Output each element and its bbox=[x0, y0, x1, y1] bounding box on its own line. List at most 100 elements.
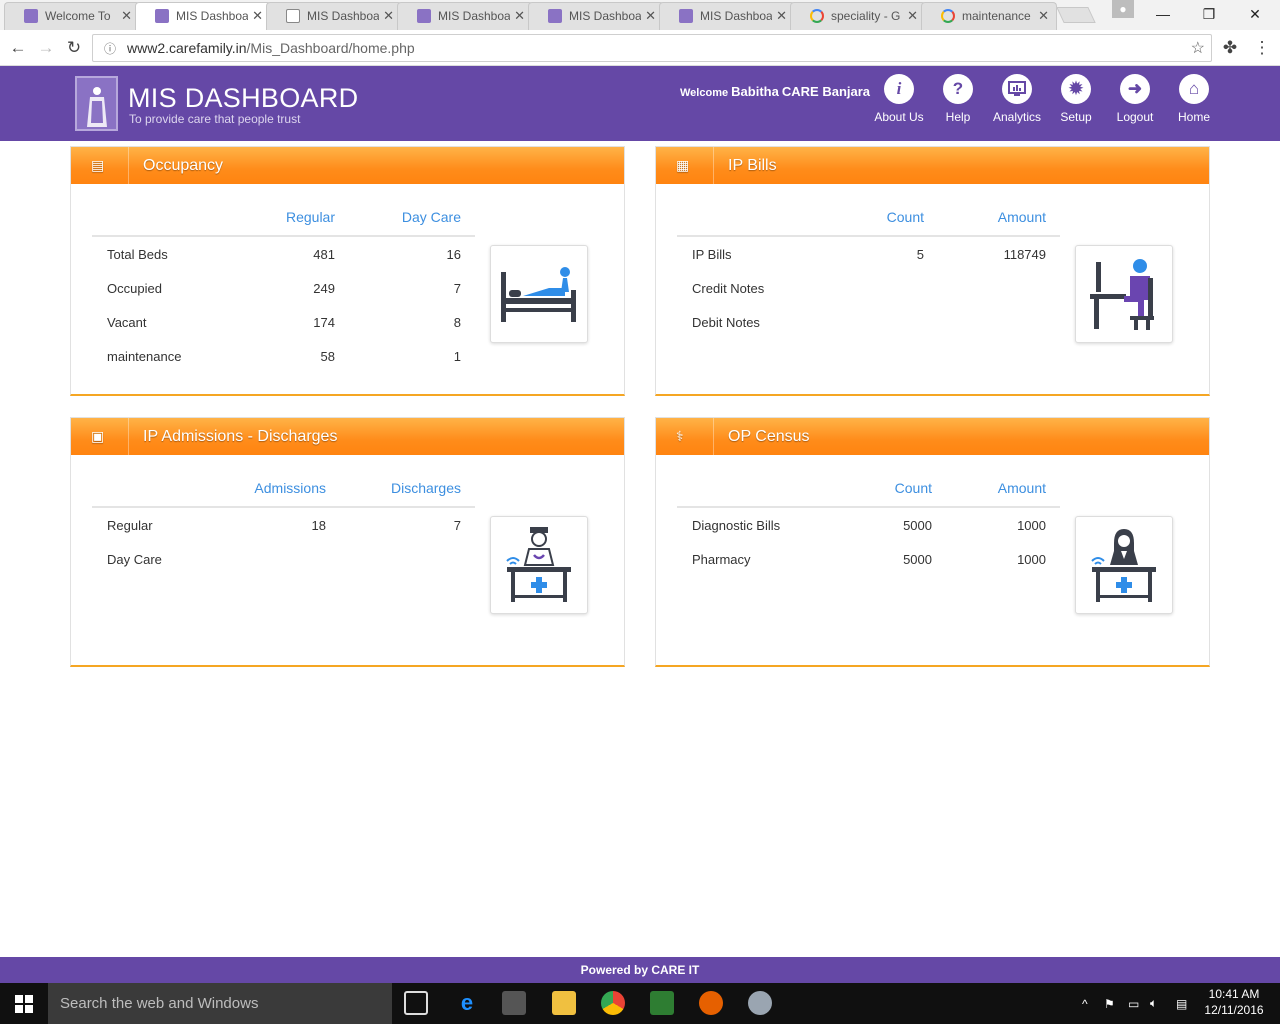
taskbar-search-box[interactable]: Search the web and Windows bbox=[48, 983, 392, 1024]
nav-label: Logout bbox=[1116, 110, 1154, 124]
taskbar-search-placeholder: Search the web and Windows bbox=[60, 995, 259, 1012]
close-window-button[interactable]: ✕ bbox=[1232, 0, 1278, 28]
nav-logout[interactable]: ➜ Logout bbox=[1105, 74, 1165, 124]
care-logo-icon bbox=[548, 9, 562, 23]
browser-tab[interactable]: MIS Dashboa ✕ bbox=[659, 2, 795, 30]
browser-tab[interactable]: MIS Dashboa ✕ bbox=[528, 2, 664, 30]
nurse-desk-illustration bbox=[490, 516, 588, 614]
cell-value: 5000 bbox=[903, 518, 932, 533]
nav-about-us[interactable]: i About Us bbox=[869, 74, 929, 124]
ip-bills-table: Count Amount IP Bills 5 118749 Credit No… bbox=[677, 207, 1060, 339]
table-row: Total Beds 481 16 bbox=[92, 237, 475, 271]
care-logo-icon bbox=[679, 9, 693, 23]
close-icon[interactable]: ✕ bbox=[121, 8, 132, 24]
gear-icon: ✹ bbox=[1061, 74, 1091, 104]
network-icon[interactable]: ▭ bbox=[1128, 983, 1139, 1024]
browser-tab[interactable]: MIS Dashboa ✕ bbox=[266, 2, 402, 30]
panel-header: ▦ IP Bills bbox=[656, 147, 1209, 184]
column-header: Count bbox=[886, 209, 924, 225]
bookmark-star-icon[interactable]: ☆ bbox=[1191, 38, 1205, 58]
nav-home[interactable]: ⌂ Home bbox=[1164, 74, 1224, 124]
nav-label: Analytics bbox=[992, 110, 1042, 124]
windows-logo-icon bbox=[15, 994, 33, 1013]
tab-title: MIS Dashboa bbox=[700, 9, 773, 23]
close-icon[interactable]: ✕ bbox=[645, 8, 656, 24]
occupancy-table: Regular Day Care Total Beds 481 16 Occup… bbox=[92, 207, 475, 373]
bed-icon: ▤ bbox=[71, 147, 129, 184]
taskbar-clock[interactable]: 10:41 AM 12/11/2016 bbox=[1200, 986, 1268, 1018]
file-explorer-icon[interactable] bbox=[552, 991, 576, 1015]
row-label: Diagnostic Bills bbox=[692, 518, 781, 533]
browser-toolbar: ← → ↻ ⓘ www2.carefamily.in/Mis_Dashboard… bbox=[0, 30, 1280, 66]
restore-button[interactable]: ❐ bbox=[1186, 0, 1232, 28]
row-label: Day Care bbox=[107, 552, 162, 567]
nav-label: Help bbox=[945, 110, 971, 124]
paint-app-icon[interactable] bbox=[748, 991, 772, 1015]
panel-header: ▤ Occupancy bbox=[71, 147, 624, 184]
cell-value: 7 bbox=[453, 281, 461, 296]
table-row: Debit Notes bbox=[677, 305, 1060, 339]
url-text[interactable]: www2.carefamily.in/Mis_Dashboard/home.ph… bbox=[127, 40, 415, 56]
app-tagline: To provide care that people trust bbox=[129, 112, 301, 126]
spreadsheet-app-icon[interactable] bbox=[650, 991, 674, 1015]
browser-tab[interactable]: maintenance ✕ bbox=[921, 2, 1057, 30]
cell-value: 481 bbox=[313, 247, 335, 262]
close-icon[interactable]: ✕ bbox=[776, 8, 787, 24]
nurse-icon bbox=[506, 527, 571, 602]
close-icon[interactable]: ✕ bbox=[1038, 8, 1049, 24]
table-row: IP Bills 5 118749 bbox=[677, 237, 1060, 271]
app-header: MIS DASHBOARD To provide care that peopl… bbox=[0, 66, 1280, 141]
nav-help[interactable]: ? Help bbox=[928, 74, 988, 124]
care-logo-icon bbox=[155, 9, 169, 23]
back-icon[interactable]: ← bbox=[6, 36, 30, 60]
row-label: Total Beds bbox=[107, 247, 168, 262]
browser-tab-active[interactable]: MIS Dashboa ✕ bbox=[135, 2, 271, 30]
browser-tab[interactable]: Welcome To ✕ bbox=[4, 2, 140, 30]
url-host: www2.carefamily.in bbox=[127, 40, 247, 56]
minimize-button[interactable]: — bbox=[1140, 0, 1186, 28]
chrome-icon[interactable] bbox=[601, 991, 625, 1015]
tray-flag-icon[interactable]: ⚑ bbox=[1104, 983, 1115, 1024]
care-logo-icon bbox=[417, 9, 431, 23]
table-row: maintenance 58 1 bbox=[92, 339, 475, 373]
edge-browser-icon[interactable]: e bbox=[455, 990, 479, 1015]
forward-icon[interactable]: → bbox=[34, 36, 58, 60]
column-header: Amount bbox=[997, 209, 1046, 225]
browser-tab[interactable]: MIS Dashboa ✕ bbox=[397, 2, 533, 30]
close-icon[interactable]: ✕ bbox=[514, 8, 525, 24]
browser-tab[interactable]: speciality - G ✕ bbox=[790, 2, 926, 30]
task-view-icon[interactable] bbox=[404, 991, 428, 1015]
profile-icon[interactable]: ● bbox=[1112, 0, 1134, 18]
store-icon[interactable] bbox=[502, 991, 526, 1015]
panel-header: ▣ IP Admissions - Discharges bbox=[71, 418, 624, 455]
care-logo[interactable] bbox=[75, 76, 118, 131]
nav-analytics[interactable]: Analytics bbox=[987, 74, 1047, 124]
windows-start-button[interactable] bbox=[0, 983, 48, 1024]
menu-icon[interactable]: ⋮ bbox=[1250, 36, 1274, 60]
row-label: Debit Notes bbox=[692, 315, 760, 330]
nav-label: Home bbox=[1177, 110, 1210, 124]
nav-setup[interactable]: ✹ Setup bbox=[1046, 74, 1106, 124]
info-icon[interactable]: ⓘ bbox=[99, 34, 121, 62]
close-icon[interactable]: ✕ bbox=[252, 8, 263, 24]
tray-overflow-icon[interactable]: ^ bbox=[1082, 983, 1088, 1024]
notifications-icon[interactable]: ▤ bbox=[1176, 983, 1187, 1024]
reload-icon[interactable]: ↻ bbox=[62, 36, 86, 60]
clock-date: 12/11/2016 bbox=[1204, 1003, 1264, 1017]
firefox-icon[interactable] bbox=[699, 991, 723, 1015]
document-icon bbox=[286, 9, 300, 23]
close-icon[interactable]: ✕ bbox=[383, 8, 394, 24]
cell-value: 249 bbox=[313, 281, 335, 296]
extension-icon[interactable]: ✤ bbox=[1218, 36, 1242, 60]
cell-value: 5 bbox=[916, 247, 924, 262]
panel-title: IP Admissions - Discharges bbox=[143, 427, 338, 445]
receptionist-icon bbox=[1091, 529, 1156, 602]
volume-icon[interactable]: 🔈︎ bbox=[1150, 983, 1157, 1024]
cell-value: 18 bbox=[311, 518, 326, 533]
close-icon[interactable]: ✕ bbox=[907, 8, 918, 24]
table-header-row: Admissions Discharges bbox=[92, 478, 475, 508]
new-tab-button[interactable] bbox=[1056, 7, 1096, 23]
row-label: maintenance bbox=[107, 349, 182, 364]
op-census-table: Count Amount Diagnostic Bills 5000 1000 … bbox=[677, 478, 1060, 576]
address-bar[interactable]: ⓘ www2.carefamily.in/Mis_Dashboard/home.… bbox=[92, 34, 1212, 62]
